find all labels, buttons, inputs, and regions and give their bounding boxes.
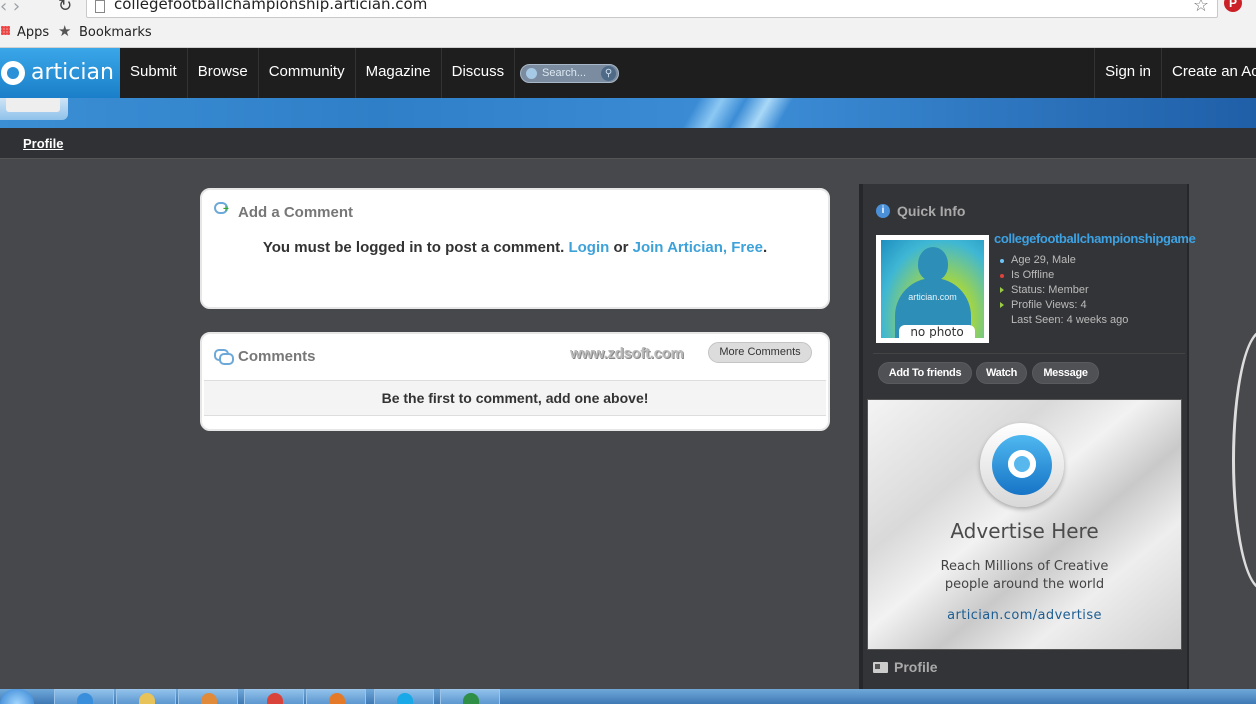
add-friend-button[interactable]: Add To friends xyxy=(878,362,972,384)
detail-text: Is Offline xyxy=(1011,269,1055,281)
quick-info-sidebar: i Quick Info artician.com no photo colle… xyxy=(859,184,1196,704)
browser-toolbar: ‹ › ↻ collegefootballchampionship.artici… xyxy=(0,0,1256,20)
add-comment-panel: Add a Comment You must be logged in to p… xyxy=(200,188,830,309)
create-account-link[interactable]: Create an Ac xyxy=(1161,48,1256,98)
divider xyxy=(873,353,1185,354)
bookmark-apps[interactable]: Apps xyxy=(17,25,49,40)
url-text: collegefootballchampionship.artician.com xyxy=(114,0,428,13)
login-prompt: You must be logged in to post a comment.… xyxy=(202,239,828,256)
detail-membership: Status: Member xyxy=(1000,283,1128,298)
quick-info-title: Quick Info xyxy=(897,203,966,219)
banner-tab xyxy=(0,98,68,120)
logo-text: artician xyxy=(31,60,114,85)
profile-details: Age 29, Male Is Offline Status: Member P… xyxy=(1000,253,1128,328)
advertise-banner[interactable]: Advertise Here Reach Millions of Creativ… xyxy=(867,399,1182,650)
more-comments-button[interactable]: More Comments xyxy=(708,342,812,363)
apps-grid-icon xyxy=(1,26,10,35)
detail-text: Profile Views: 4 xyxy=(1011,299,1087,311)
watermark-text: www.zdsoft.com xyxy=(570,345,684,362)
join-link[interactable]: Join Artician, Free xyxy=(633,239,763,256)
detail-text: Status: Member xyxy=(1011,284,1089,296)
page-icon xyxy=(95,0,105,13)
watch-button[interactable]: Watch xyxy=(976,362,1027,384)
no-photo-label: no photo xyxy=(899,325,975,338)
login-or-text: or xyxy=(613,239,629,256)
profile-section-header: Profile xyxy=(873,659,938,675)
comments-title: Comments xyxy=(238,348,316,365)
bookmarks-star-icon: ★ xyxy=(58,23,72,40)
login-period: . xyxy=(762,239,768,256)
taskbar-skype-icon[interactable] xyxy=(374,689,434,704)
advertise-url: artician.com/advertise xyxy=(947,608,1102,623)
bullet-icon xyxy=(1000,259,1004,263)
taskbar-ie-icon[interactable] xyxy=(54,689,114,704)
address-bar[interactable]: collegefootballchampionship.artician.com… xyxy=(86,0,1218,18)
taskbar-excel-icon[interactable] xyxy=(440,689,500,704)
taskbar-explorer-icon[interactable] xyxy=(116,689,176,704)
search-icon[interactable]: ⚲ xyxy=(601,66,616,81)
advertise-subtitle: Reach Millions of Creative people around… xyxy=(868,558,1181,594)
start-button-icon[interactable] xyxy=(0,689,34,704)
message-button[interactable]: Message xyxy=(1032,362,1099,384)
info-icon: i xyxy=(876,204,890,218)
reload-icon[interactable]: ↻ xyxy=(58,0,72,16)
add-comment-icon xyxy=(214,202,229,214)
taskbar-chrome-icon[interactable] xyxy=(244,689,304,704)
os-taskbar xyxy=(0,689,1256,704)
nav-browse[interactable]: Browse xyxy=(188,48,259,98)
bookmark-star-icon[interactable]: ☆ xyxy=(1193,0,1209,16)
site-logo[interactable]: artician xyxy=(0,48,120,98)
empty-comments-message: Be the first to comment, add one above! xyxy=(204,380,826,416)
detail-last-seen: Last Seen: 4 weeks ago xyxy=(1000,313,1128,328)
detail-age: Age 29, Male xyxy=(1000,253,1128,268)
header-banner xyxy=(0,98,1256,128)
profile-card-icon xyxy=(873,662,888,673)
detail-profile-views: Profile Views: 4 xyxy=(1000,298,1128,313)
avatar-brand-text: artician.com xyxy=(908,292,957,302)
bullet-icon xyxy=(1000,274,1004,278)
nav-magazine[interactable]: Magazine xyxy=(356,48,442,98)
logo-icon xyxy=(1,61,25,85)
arrow-bullet-icon xyxy=(1000,287,1004,293)
arrow-bullet-icon xyxy=(1000,302,1004,308)
add-comment-title: Add a Comment xyxy=(238,204,354,221)
bookmark-folder[interactable]: Bookmarks xyxy=(79,25,152,40)
back-forward-icon[interactable]: ‹ › xyxy=(0,0,20,17)
avatar[interactable]: artician.com no photo xyxy=(876,235,989,343)
sub-nav: Profile xyxy=(0,128,1256,159)
detail-online-status: Is Offline xyxy=(1000,268,1128,283)
decorative-ring xyxy=(1232,330,1256,590)
artician-logo-icon xyxy=(980,423,1064,507)
nav-community[interactable]: Community xyxy=(259,48,356,98)
site-header: artician Submit Browse Community Magazin… xyxy=(0,48,1256,98)
login-link[interactable]: Login xyxy=(568,239,609,256)
account-nav: Sign in Create an Ac xyxy=(1094,48,1256,98)
sign-in-link[interactable]: Sign in xyxy=(1094,48,1161,98)
search-dropdown-icon[interactable] xyxy=(526,68,537,79)
username-link[interactable]: collegefootballchampionshipgame xyxy=(994,231,1196,246)
comments-panel: Comments www.zdsoft.com More Comments Be… xyxy=(200,332,830,431)
pinterest-icon[interactable]: P xyxy=(1224,0,1242,12)
detail-text: Last Seen: 4 weeks ago xyxy=(1011,314,1129,326)
bookmarks-bar: Apps ★ Bookmarks xyxy=(0,20,1256,48)
comments-icon xyxy=(214,349,234,365)
advertise-line-1: Reach Millions of Creative xyxy=(940,559,1109,574)
banner-decoration xyxy=(660,98,800,128)
detail-text: Age 29, Male xyxy=(1011,254,1076,266)
subnav-profile-link[interactable]: Profile xyxy=(23,136,63,151)
profile-section-title: Profile xyxy=(894,659,938,675)
advertise-line-2: people around the world xyxy=(944,577,1105,592)
login-prompt-text: You must be logged in to post a comment. xyxy=(262,239,565,256)
avatar-placeholder-image: artician.com no photo xyxy=(881,240,984,338)
nav-submit[interactable]: Submit xyxy=(120,48,188,98)
taskbar-media-icon[interactable] xyxy=(178,689,238,704)
search-input[interactable]: Search... ⚲ xyxy=(520,64,619,83)
advertise-title: Advertise Here xyxy=(950,519,1099,543)
taskbar-firefox-icon[interactable] xyxy=(306,689,366,704)
nav-discuss[interactable]: Discuss xyxy=(442,48,516,98)
main-nav: Submit Browse Community Magazine Discuss xyxy=(120,48,516,98)
search-placeholder: Search... xyxy=(542,67,587,79)
